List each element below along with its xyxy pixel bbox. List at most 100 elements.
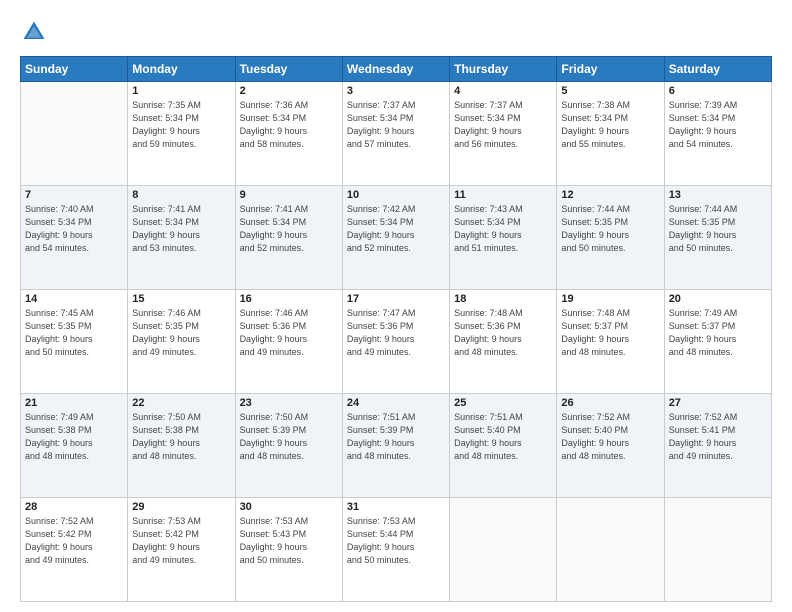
- calendar-cell: 17 Sunrise: 7:47 AM Sunset: 5:36 PM Dayli…: [342, 290, 449, 394]
- day-info: Sunrise: 7:53 AM Sunset: 5:43 PM Dayligh…: [240, 515, 338, 567]
- generalblue-icon: [20, 18, 48, 46]
- day-number: 16: [240, 293, 338, 305]
- calendar-table: Sunday Monday Tuesday Wednesday Thursday…: [20, 56, 772, 602]
- day-info: Sunrise: 7:43 AM Sunset: 5:34 PM Dayligh…: [454, 203, 552, 255]
- header-thursday: Thursday: [450, 57, 557, 82]
- calendar-cell: [557, 498, 664, 602]
- day-number: 7: [25, 189, 123, 201]
- day-number: 21: [25, 397, 123, 409]
- calendar-cell: 14 Sunrise: 7:45 AM Sunset: 5:35 PM Dayli…: [21, 290, 128, 394]
- calendar-cell: 10 Sunrise: 7:42 AM Sunset: 5:34 PM Dayli…: [342, 186, 449, 290]
- calendar-cell: 25 Sunrise: 7:51 AM Sunset: 5:40 PM Dayli…: [450, 394, 557, 498]
- calendar-cell: 4 Sunrise: 7:37 AM Sunset: 5:34 PM Daylig…: [450, 82, 557, 186]
- day-number: 1: [132, 85, 230, 97]
- week-row-1: 7Sunrise: 7:40 AM Sunset: 5:34 PM Daylig…: [21, 186, 772, 290]
- calendar-cell: 11 Sunrise: 7:43 AM Sunset: 5:34 PM Dayli…: [450, 186, 557, 290]
- day-info: Sunrise: 7:45 AM Sunset: 5:35 PM Dayligh…: [25, 307, 123, 359]
- day-info: Sunrise: 7:46 AM Sunset: 5:35 PM Dayligh…: [132, 307, 230, 359]
- day-number: 14: [25, 293, 123, 305]
- day-info: Sunrise: 7:52 AM Sunset: 5:40 PM Dayligh…: [561, 411, 659, 463]
- day-info: Sunrise: 7:48 AM Sunset: 5:36 PM Dayligh…: [454, 307, 552, 359]
- day-info: Sunrise: 7:51 AM Sunset: 5:40 PM Dayligh…: [454, 411, 552, 463]
- day-number: 15: [132, 293, 230, 305]
- header-tuesday: Tuesday: [235, 57, 342, 82]
- calendar-cell: 13 Sunrise: 7:44 AM Sunset: 5:35 PM Dayli…: [664, 186, 771, 290]
- day-number: 4: [454, 85, 552, 97]
- weekday-header-row: Sunday Monday Tuesday Wednesday Thursday…: [21, 57, 772, 82]
- day-number: 11: [454, 189, 552, 201]
- day-number: 25: [454, 397, 552, 409]
- calendar-cell: 19Sunrise: 7:48 AM Sunset: 5:37 PM Dayli…: [557, 290, 664, 394]
- day-info: Sunrise: 7:39 AM Sunset: 5:34 PM Dayligh…: [669, 99, 767, 151]
- day-number: 17: [347, 293, 445, 305]
- day-number: 9: [240, 189, 338, 201]
- header-sunday: Sunday: [21, 57, 128, 82]
- day-info: Sunrise: 7:37 AM Sunset: 5:34 PM Dayligh…: [454, 99, 552, 151]
- day-number: 24: [347, 397, 445, 409]
- day-number: 6: [669, 85, 767, 97]
- calendar-cell: 6 Sunrise: 7:39 AM Sunset: 5:34 PM Daylig…: [664, 82, 771, 186]
- header-saturday: Saturday: [664, 57, 771, 82]
- day-info: Sunrise: 7:49 AM Sunset: 5:37 PM Dayligh…: [669, 307, 767, 359]
- calendar-cell: 22 Sunrise: 7:50 AM Sunset: 5:38 PM Dayli…: [128, 394, 235, 498]
- calendar-cell: [664, 498, 771, 602]
- day-number: 5: [561, 85, 659, 97]
- header: [20, 18, 772, 46]
- day-number: 13: [669, 189, 767, 201]
- header-monday: Monday: [128, 57, 235, 82]
- day-number: 10: [347, 189, 445, 201]
- calendar-cell: 1 Sunrise: 7:35 AM Sunset: 5:34 PM Daylig…: [128, 82, 235, 186]
- day-number: 26: [561, 397, 659, 409]
- day-info: Sunrise: 7:53 AM Sunset: 5:44 PM Dayligh…: [347, 515, 445, 567]
- page: Sunday Monday Tuesday Wednesday Thursday…: [0, 0, 792, 612]
- day-number: 3: [347, 85, 445, 97]
- day-info: Sunrise: 7:41 AM Sunset: 5:34 PM Dayligh…: [240, 203, 338, 255]
- week-row-0: 1 Sunrise: 7:35 AM Sunset: 5:34 PM Daylig…: [21, 82, 772, 186]
- day-info: Sunrise: 7:38 AM Sunset: 5:34 PM Dayligh…: [561, 99, 659, 151]
- calendar-cell: [21, 82, 128, 186]
- day-number: 23: [240, 397, 338, 409]
- day-number: 2: [240, 85, 338, 97]
- day-info: Sunrise: 7:49 AM Sunset: 5:38 PM Dayligh…: [25, 411, 123, 463]
- day-number: 31: [347, 501, 445, 513]
- calendar-cell: 31 Sunrise: 7:53 AM Sunset: 5:44 PM Dayli…: [342, 498, 449, 602]
- day-info: Sunrise: 7:50 AM Sunset: 5:38 PM Dayligh…: [132, 411, 230, 463]
- day-number: 8: [132, 189, 230, 201]
- day-info: Sunrise: 7:35 AM Sunset: 5:34 PM Dayligh…: [132, 99, 230, 151]
- day-info: Sunrise: 7:41 AM Sunset: 5:34 PM Dayligh…: [132, 203, 230, 255]
- calendar-cell: 23Sunrise: 7:50 AM Sunset: 5:39 PM Dayli…: [235, 394, 342, 498]
- day-info: Sunrise: 7:42 AM Sunset: 5:34 PM Dayligh…: [347, 203, 445, 255]
- logo: [20, 18, 52, 46]
- day-info: Sunrise: 7:37 AM Sunset: 5:34 PM Dayligh…: [347, 99, 445, 151]
- header-wednesday: Wednesday: [342, 57, 449, 82]
- day-number: 18: [454, 293, 552, 305]
- day-number: 30: [240, 501, 338, 513]
- day-info: Sunrise: 7:36 AM Sunset: 5:34 PM Dayligh…: [240, 99, 338, 151]
- day-number: 19: [561, 293, 659, 305]
- day-info: Sunrise: 7:44 AM Sunset: 5:35 PM Dayligh…: [561, 203, 659, 255]
- calendar-cell: 18 Sunrise: 7:48 AM Sunset: 5:36 PM Dayli…: [450, 290, 557, 394]
- calendar-cell: 15 Sunrise: 7:46 AM Sunset: 5:35 PM Dayli…: [128, 290, 235, 394]
- day-info: Sunrise: 7:53 AM Sunset: 5:42 PM Dayligh…: [132, 515, 230, 567]
- day-info: Sunrise: 7:51 AM Sunset: 5:39 PM Dayligh…: [347, 411, 445, 463]
- calendar-cell: 24 Sunrise: 7:51 AM Sunset: 5:39 PM Dayli…: [342, 394, 449, 498]
- day-info: Sunrise: 7:47 AM Sunset: 5:36 PM Dayligh…: [347, 307, 445, 359]
- day-number: 12: [561, 189, 659, 201]
- day-number: 29: [132, 501, 230, 513]
- day-info: Sunrise: 7:44 AM Sunset: 5:35 PM Dayligh…: [669, 203, 767, 255]
- calendar-cell: 30 Sunrise: 7:53 AM Sunset: 5:43 PM Dayli…: [235, 498, 342, 602]
- day-info: Sunrise: 7:52 AM Sunset: 5:42 PM Dayligh…: [25, 515, 123, 567]
- day-number: 22: [132, 397, 230, 409]
- calendar-cell: 8 Sunrise: 7:41 AM Sunset: 5:34 PM Daylig…: [128, 186, 235, 290]
- week-row-4: 28Sunrise: 7:52 AM Sunset: 5:42 PM Dayli…: [21, 498, 772, 602]
- calendar-cell: [450, 498, 557, 602]
- calendar-cell: 26 Sunrise: 7:52 AM Sunset: 5:40 PM Dayli…: [557, 394, 664, 498]
- day-number: 27: [669, 397, 767, 409]
- calendar-cell: 29 Sunrise: 7:53 AM Sunset: 5:42 PM Dayli…: [128, 498, 235, 602]
- day-info: Sunrise: 7:52 AM Sunset: 5:41 PM Dayligh…: [669, 411, 767, 463]
- calendar-cell: 16Sunrise: 7:46 AM Sunset: 5:36 PM Dayli…: [235, 290, 342, 394]
- calendar-cell: 5 Sunrise: 7:38 AM Sunset: 5:34 PM Daylig…: [557, 82, 664, 186]
- week-row-2: 14 Sunrise: 7:45 AM Sunset: 5:35 PM Dayli…: [21, 290, 772, 394]
- calendar-cell: 28Sunrise: 7:52 AM Sunset: 5:42 PM Dayli…: [21, 498, 128, 602]
- calendar-cell: 21 Sunrise: 7:49 AM Sunset: 5:38 PM Dayli…: [21, 394, 128, 498]
